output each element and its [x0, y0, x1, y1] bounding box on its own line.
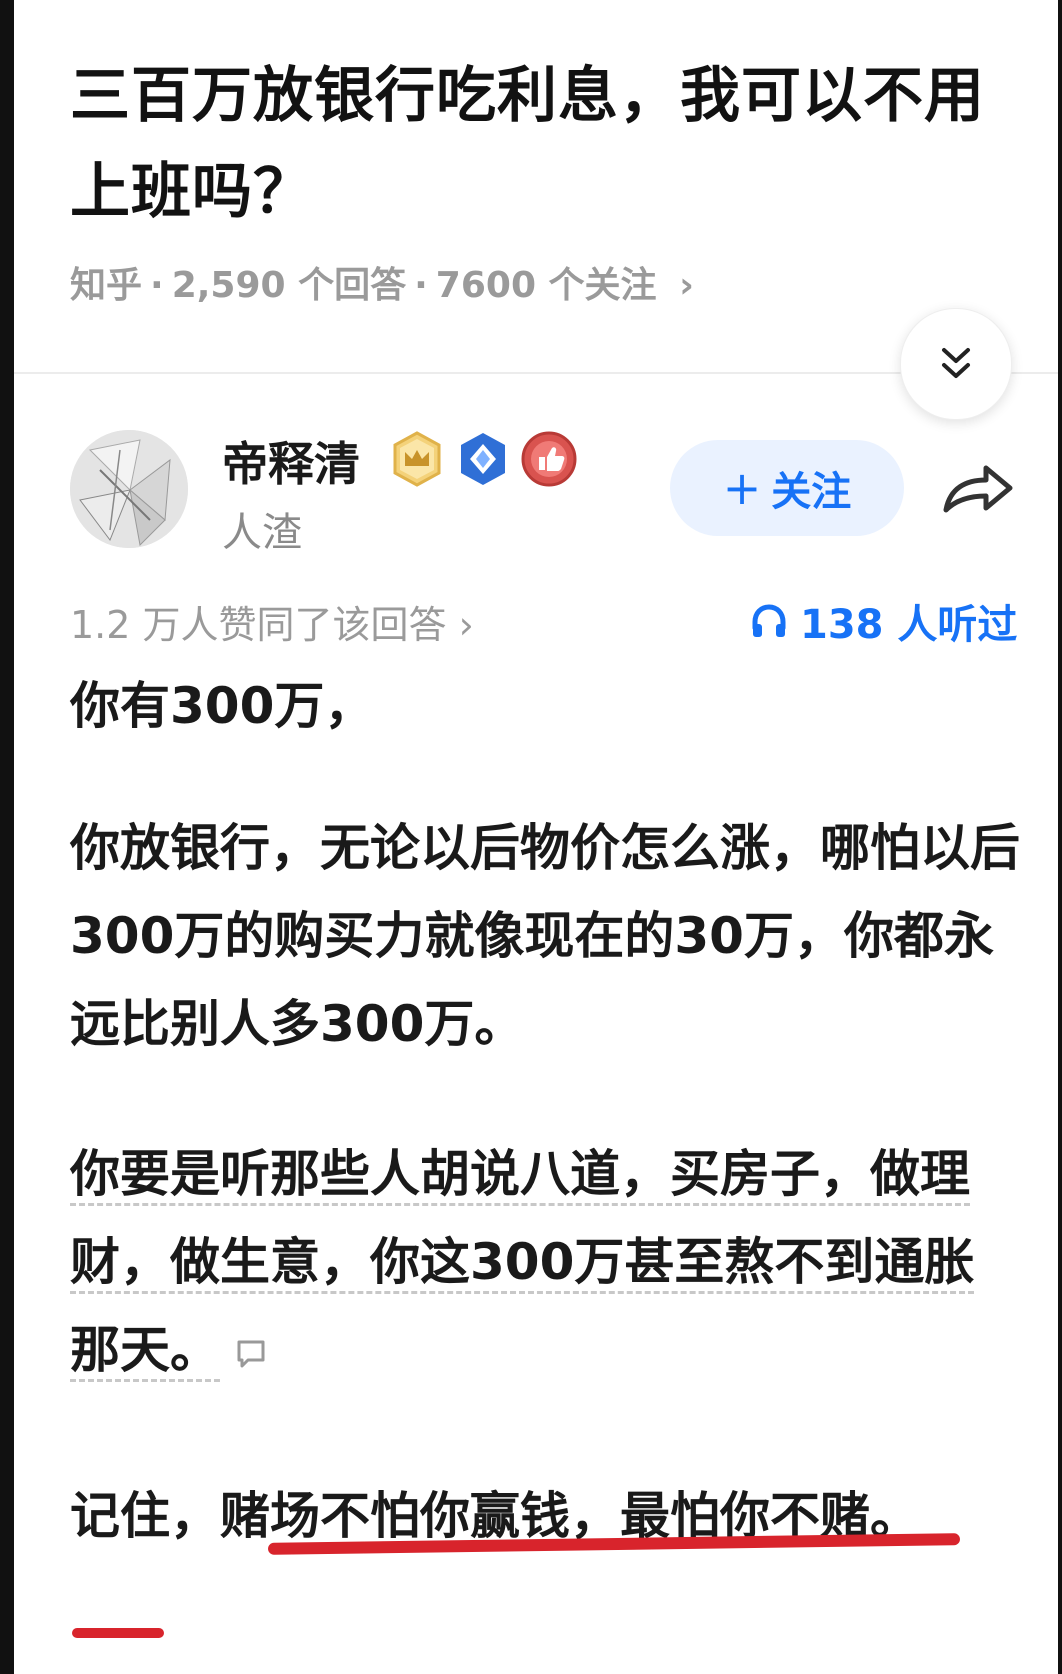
headphone-icon — [752, 604, 786, 637]
diamond-badge-icon — [461, 433, 505, 485]
answer-paragraph-1: 你有300万， — [70, 677, 375, 735]
question-meta[interactable]: 知乎 · 2,590 个回答 · 7600 个关注 › — [70, 256, 694, 308]
follow-label: 关注 — [771, 469, 852, 515]
annotated-text[interactable]: 你要是听那些人胡说八道，买房子，做理财，做生意，你这300万甚至熬不到通胀那天。 — [70, 1145, 975, 1382]
screenshot-frame-right — [1058, 0, 1062, 1674]
highlight-underline-short — [72, 1628, 164, 1638]
chevron-right-icon: › — [679, 265, 694, 306]
author-bio: 人渣 — [222, 510, 302, 556]
crown-badge-icon — [393, 431, 441, 487]
thumb-badge-icon — [521, 431, 577, 487]
double-chevron-down-icon — [942, 348, 970, 378]
share-arrow-icon[interactable] — [940, 458, 1016, 518]
follow-button[interactable]: + 关注 — [670, 440, 904, 536]
collapse-button[interactable] — [900, 308, 1012, 420]
answer-count: 2,590 个回答 — [171, 265, 407, 306]
comment-bubble-icon[interactable] — [234, 1337, 268, 1371]
listen-count-text: 138 人听过 — [800, 602, 1018, 648]
source-label: 知乎 — [70, 265, 143, 306]
follower-count: 7600 个关注 — [435, 265, 657, 306]
screenshot-frame-left — [0, 0, 14, 1674]
plus-icon: + — [722, 461, 762, 515]
avatar[interactable] — [70, 430, 188, 548]
question-title[interactable]: 三百万放银行吃利息，我可以不用上班吗？ — [70, 48, 1030, 240]
listen-count[interactable]: 138 人听过 — [750, 592, 1017, 650]
agree-count-link[interactable]: 1.2 万人赞同了该回答 › — [70, 594, 474, 649]
avatar-image — [70, 430, 188, 548]
answer-paragraph-2: 你放银行，无论以后物价怎么涨，哪怕以后300万的购买力就像现在的30万，你都永远… — [70, 819, 1020, 1053]
author-name[interactable]: 帝释清 — [222, 428, 360, 494]
answer-paragraph-3[interactable]: 你要是听那些人胡说八道，买房子，做理财，做生意，你这300万甚至熬不到通胀那天。 — [70, 1130, 1020, 1394]
